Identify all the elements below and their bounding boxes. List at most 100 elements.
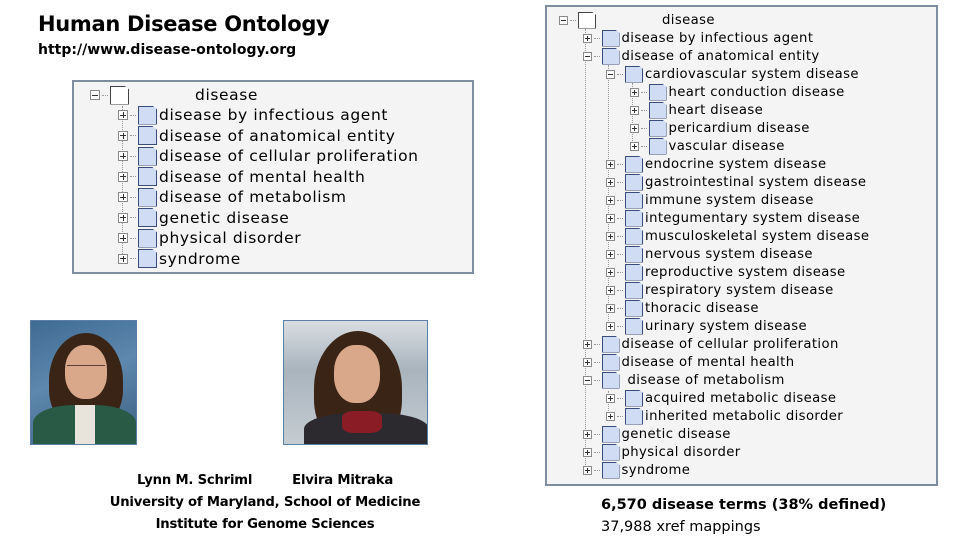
tree-node[interactable]: reproductive system disease (606, 263, 846, 281)
expand-icon[interactable] (118, 253, 128, 264)
tree-connector (617, 325, 623, 327)
expand-icon[interactable] (582, 339, 592, 349)
tree-node[interactable]: physical disorder (582, 443, 741, 461)
tree-connector (617, 199, 623, 201)
tree-node[interactable]: heart disease (629, 101, 764, 119)
tree-node[interactable]: disease of metabolism (582, 371, 785, 389)
expand-icon[interactable] (606, 321, 615, 331)
expand-icon[interactable] (629, 87, 639, 97)
expand-icon[interactable] (606, 213, 615, 223)
expand-icon[interactable] (606, 249, 615, 259)
expand-icon[interactable] (606, 393, 615, 403)
document-icon (625, 317, 643, 335)
tree-connector (617, 163, 623, 165)
tree-node[interactable]: genetic disease (582, 425, 731, 443)
tree-node[interactable]: physical disorder (118, 228, 301, 248)
collapse-icon[interactable] (606, 69, 615, 79)
expand-icon[interactable] (606, 177, 615, 187)
expand-icon[interactable] (118, 233, 128, 243)
tree-connector (617, 235, 623, 237)
tree-connector (617, 73, 623, 75)
tree-node-label: vascular disease (668, 138, 785, 154)
tree-node[interactable]: respiratory system disease (606, 281, 834, 299)
tree-node[interactable]: thoracic disease (606, 299, 759, 317)
tree-node[interactable]: nervous system disease (606, 245, 813, 263)
document-icon (648, 137, 667, 155)
expand-icon[interactable] (118, 192, 128, 202)
tree-node[interactable]: genetic disease (118, 208, 289, 227)
expand-icon[interactable] (118, 171, 128, 182)
expand-icon[interactable] (582, 447, 592, 457)
expand-icon[interactable] (606, 303, 615, 313)
expand-icon[interactable] (606, 285, 615, 295)
tree-node[interactable]: disease by infectious agent (118, 105, 388, 125)
document-icon (138, 167, 157, 186)
tree-node-label: disease of cellular proliferation (159, 147, 419, 165)
tree-node[interactable]: urinary system disease (606, 317, 807, 335)
tree-node-label: disease by infectious agent (621, 30, 814, 46)
expand-icon[interactable] (118, 212, 128, 223)
tree-node[interactable]: disease of metabolism (118, 187, 347, 207)
tree-node[interactable]: cardiovascular system disease (606, 65, 859, 83)
expand-icon[interactable] (582, 429, 592, 439)
tree-node[interactable]: disease of cellular proliferation (582, 335, 839, 353)
tree-node-label: immune system disease (645, 192, 814, 208)
tree-node[interactable]: musculoskeletal system disease (606, 227, 869, 245)
tree-node[interactable]: pericardium disease (629, 119, 810, 137)
tree-node-label: heart conduction disease (668, 84, 845, 100)
xref-count: 37,988 xref mappings (601, 519, 761, 535)
expand-icon[interactable] (606, 195, 615, 205)
expand-icon[interactable] (606, 267, 615, 277)
tree-node[interactable]: inherited metabolic disorder (606, 407, 843, 425)
tree-node[interactable]: disease of anatomical entity (118, 126, 396, 145)
tree-node-label: heart disease (668, 102, 764, 118)
expand-icon[interactable] (118, 151, 128, 161)
tree-connector (102, 94, 108, 96)
tree-node-label: thoracic disease (645, 300, 759, 316)
tree-node[interactable]: heart conduction disease (629, 83, 845, 101)
document-icon (625, 389, 643, 407)
expand-icon[interactable] (582, 33, 592, 43)
expand-icon[interactable] (629, 105, 639, 115)
tree-node[interactable]: disease of mental health (582, 353, 795, 371)
tree-node[interactable]: immune system disease (606, 191, 814, 209)
tree-node[interactable]: acquired metabolic disease (606, 389, 836, 407)
photo-collar (75, 405, 95, 444)
collapse-icon[interactable] (582, 51, 592, 61)
expand-icon[interactable] (582, 465, 592, 475)
institute: Institute for Genome Sciences (155, 517, 375, 532)
tree-node-label: physical disorder (621, 444, 741, 460)
tree-node[interactable]: vascular disease (629, 137, 785, 155)
tree-node[interactable]: integumentary system disease (606, 209, 860, 227)
tree-node[interactable]: disease of mental health (118, 167, 365, 186)
website-url[interactable]: http://www.disease-ontology.org (38, 42, 296, 58)
tree-connector (570, 19, 576, 21)
expand-icon[interactable] (118, 130, 128, 141)
tree-node[interactable]: disease by infectious agent (582, 29, 814, 47)
expand-icon[interactable] (606, 411, 615, 421)
tree-connector (617, 253, 623, 255)
tree-node[interactable]: endocrine system disease (606, 155, 826, 173)
expand-icon[interactable] (606, 159, 615, 169)
tree-node[interactable]: disease of cellular proliferation (118, 146, 419, 166)
collapse-icon[interactable] (582, 375, 592, 385)
tree-node[interactable]: syndrome (582, 461, 691, 479)
collapse-icon[interactable] (90, 90, 100, 100)
tree-node[interactable]: syndrome (118, 249, 241, 268)
tree-node-root[interactable]: disease (559, 11, 715, 29)
expand-icon[interactable] (118, 110, 128, 120)
expand-icon[interactable] (629, 123, 639, 133)
tree-node[interactable]: disease of anatomical entity (582, 47, 820, 65)
collapse-icon[interactable] (559, 15, 568, 25)
expand-icon[interactable] (582, 357, 592, 367)
tree-connector (130, 176, 136, 177)
tree-node-root[interactable]: disease (90, 85, 258, 105)
tree-connector (640, 109, 647, 111)
tree-connector (640, 91, 647, 93)
expand-icon[interactable] (629, 141, 639, 151)
tree-node[interactable]: gastrointestinal system disease (606, 173, 866, 191)
expand-icon[interactable] (606, 231, 615, 241)
tree-node-label: disease of metabolism (159, 188, 347, 206)
document-icon (138, 146, 157, 166)
tree-node-label: inherited metabolic disorder (645, 408, 844, 424)
